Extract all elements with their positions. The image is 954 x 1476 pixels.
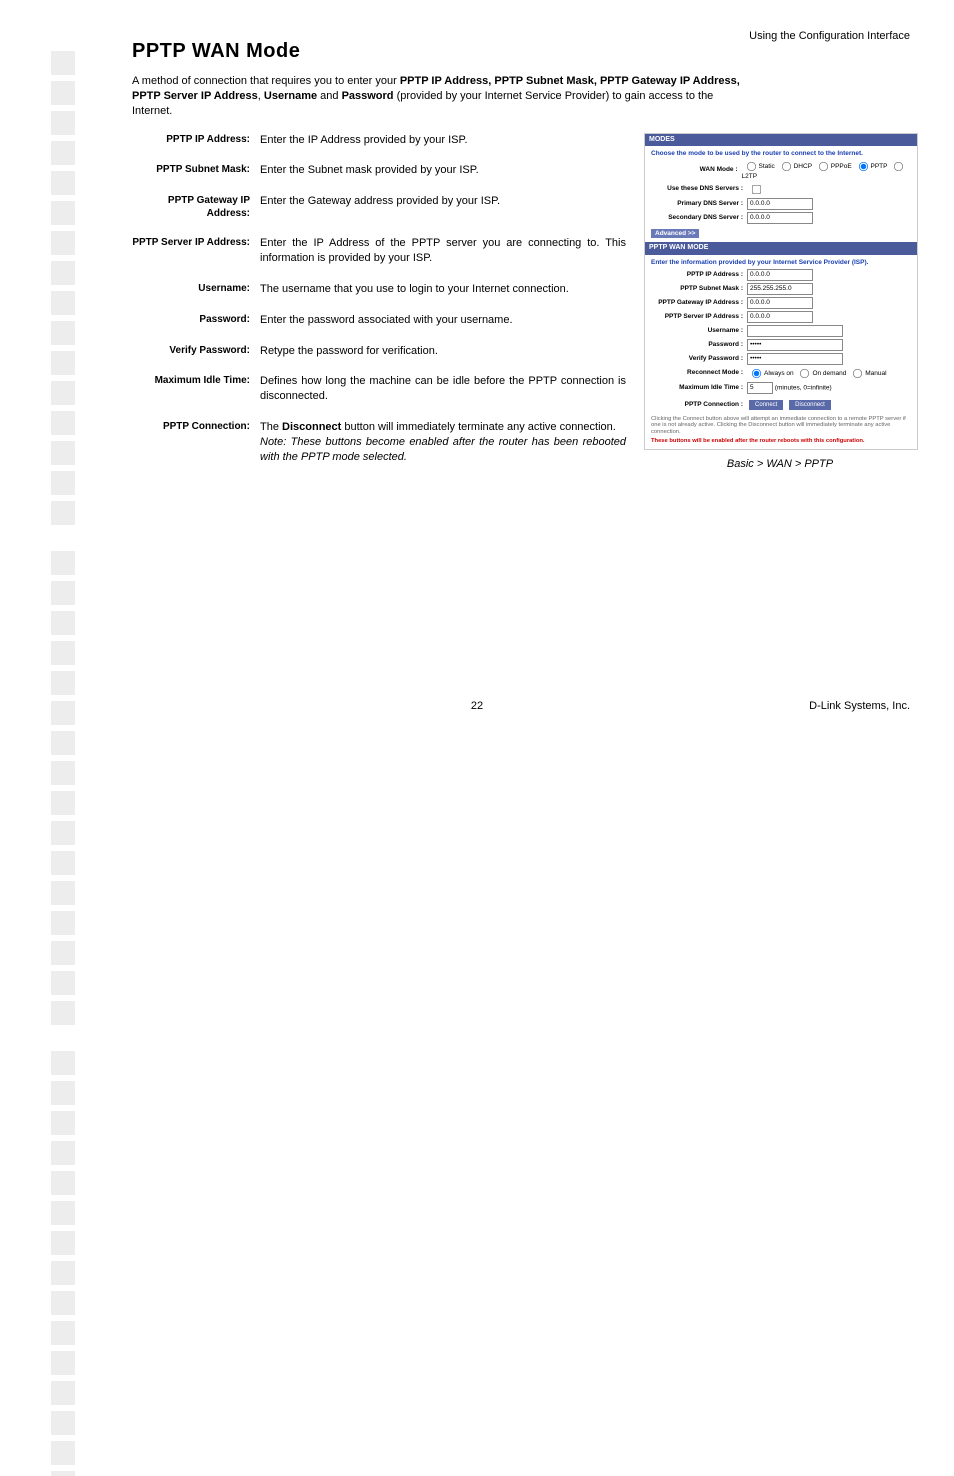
- def-desc: Defines how long the machine can be idle…: [260, 374, 626, 404]
- password-input[interactable]: [747, 339, 843, 351]
- intro-paragraph: A method of connection that requires you…: [132, 74, 742, 119]
- pptp-srv-input[interactable]: [747, 311, 813, 323]
- pptp-mask-label: PPTP Subnet Mask :: [651, 285, 747, 293]
- verify-password-input[interactable]: [747, 353, 843, 365]
- def-desc: Enter the Subnet mask provided by your I…: [260, 163, 626, 178]
- panel-header-pptp: PPTP WAN MODE: [645, 242, 917, 254]
- primary-dns-input[interactable]: [747, 198, 813, 210]
- mode-pptp-radio[interactable]: [858, 162, 867, 171]
- wan-mode-label: WAN Mode :: [651, 166, 742, 174]
- def-label: PPTP Server IP Address:: [132, 236, 260, 249]
- mode-pppoe-radio[interactable]: [819, 162, 828, 171]
- pptp-gw-label: PPTP Gateway IP Address :: [651, 299, 747, 307]
- def-desc: Enter the IP Address provided by your IS…: [260, 133, 626, 148]
- def-label: Username:: [132, 282, 260, 295]
- pptp-srv-label: PPTP Server IP Address :: [651, 313, 747, 321]
- def-desc: Enter the IP Address of the PPTP server …: [260, 236, 626, 266]
- def-label: PPTP Connection:: [132, 420, 260, 433]
- def-desc: The username that you use to login to yo…: [260, 282, 626, 297]
- use-dns-checkbox[interactable]: [752, 184, 761, 193]
- panel-fineprint: Clicking the Connect button above will a…: [651, 416, 911, 437]
- panel-header-modes: MODES: [645, 134, 917, 146]
- def-label: Password:: [132, 313, 260, 326]
- def-desc: Enter the Gateway address provided by yo…: [260, 194, 626, 209]
- primary-dns-label: Primary DNS Server :: [651, 200, 747, 208]
- password-label: Password :: [651, 341, 747, 349]
- header-section-label: Using the Configuration Interface: [749, 30, 910, 42]
- wan-mode-options[interactable]: Static DHCP PPPoE PPTP L2TP: [742, 160, 911, 181]
- decorative-squares: [48, 48, 102, 1476]
- username-label: Username :: [651, 327, 747, 335]
- def-desc: The Disconnect button will immediately t…: [260, 420, 626, 465]
- screenshot-panel: MODES Choose the mode to be used by the …: [644, 133, 918, 451]
- secondary-dns-label: Secondary DNS Server :: [651, 214, 747, 222]
- definition-list: PPTP IP Address:Enter the IP Address pro…: [132, 133, 626, 481]
- def-desc: Retype the password for verification.: [260, 344, 626, 359]
- panel-instruction: Enter the information provided by your I…: [651, 259, 911, 267]
- pptp-gw-input[interactable]: [747, 297, 813, 309]
- mode-l2tp-radio[interactable]: [894, 162, 903, 171]
- idle-label: Maximum Idle Time :: [651, 384, 747, 392]
- panel-instruction: Choose the mode to be used by the router…: [651, 150, 911, 158]
- mode-dhcp-radio[interactable]: [782, 162, 791, 171]
- panel-fineprint-warning: These buttons will be enabled after the …: [651, 438, 911, 445]
- use-dns-label: Use these DNS Servers :: [651, 185, 747, 193]
- def-label: PPTP Gateway IP Address:: [132, 194, 260, 220]
- pptp-ip-label: PPTP IP Address :: [651, 271, 747, 279]
- def-desc: Enter the password associated with your …: [260, 313, 626, 328]
- def-label: Verify Password:: [132, 344, 260, 357]
- reconnect-always-radio[interactable]: [752, 368, 761, 377]
- advanced-button[interactable]: Advanced >>: [651, 229, 699, 239]
- def-label: PPTP IP Address:: [132, 133, 260, 146]
- def-label: PPTP Subnet Mask:: [132, 163, 260, 176]
- pptp-ip-input[interactable]: [747, 269, 813, 281]
- pptp-mask-input[interactable]: [747, 283, 813, 295]
- connection-label: PPTP Connection :: [651, 401, 747, 409]
- page-number: 22: [0, 700, 954, 712]
- username-input[interactable]: [747, 325, 843, 337]
- verify-password-label: Verify Password :: [651, 355, 747, 363]
- reconnect-label: Reconnect Mode :: [651, 369, 747, 377]
- screenshot-caption: Basic > WAN > PPTP: [644, 458, 916, 470]
- page-title: PPTP WAN Mode: [132, 40, 918, 63]
- reconnect-demand-radio[interactable]: [800, 368, 809, 377]
- idle-unit: (minutes, 0=infinite): [775, 384, 832, 391]
- connect-button[interactable]: Connect: [749, 400, 783, 410]
- mode-static-radio[interactable]: [746, 162, 755, 171]
- secondary-dns-input[interactable]: [747, 212, 813, 224]
- reconnect-manual-radio[interactable]: [853, 368, 862, 377]
- def-label: Maximum Idle Time:: [132, 374, 260, 387]
- idle-input[interactable]: [747, 382, 773, 394]
- reconnect-options[interactable]: Always on On demand Manual: [747, 367, 887, 380]
- disconnect-button[interactable]: Disconnect: [789, 400, 831, 410]
